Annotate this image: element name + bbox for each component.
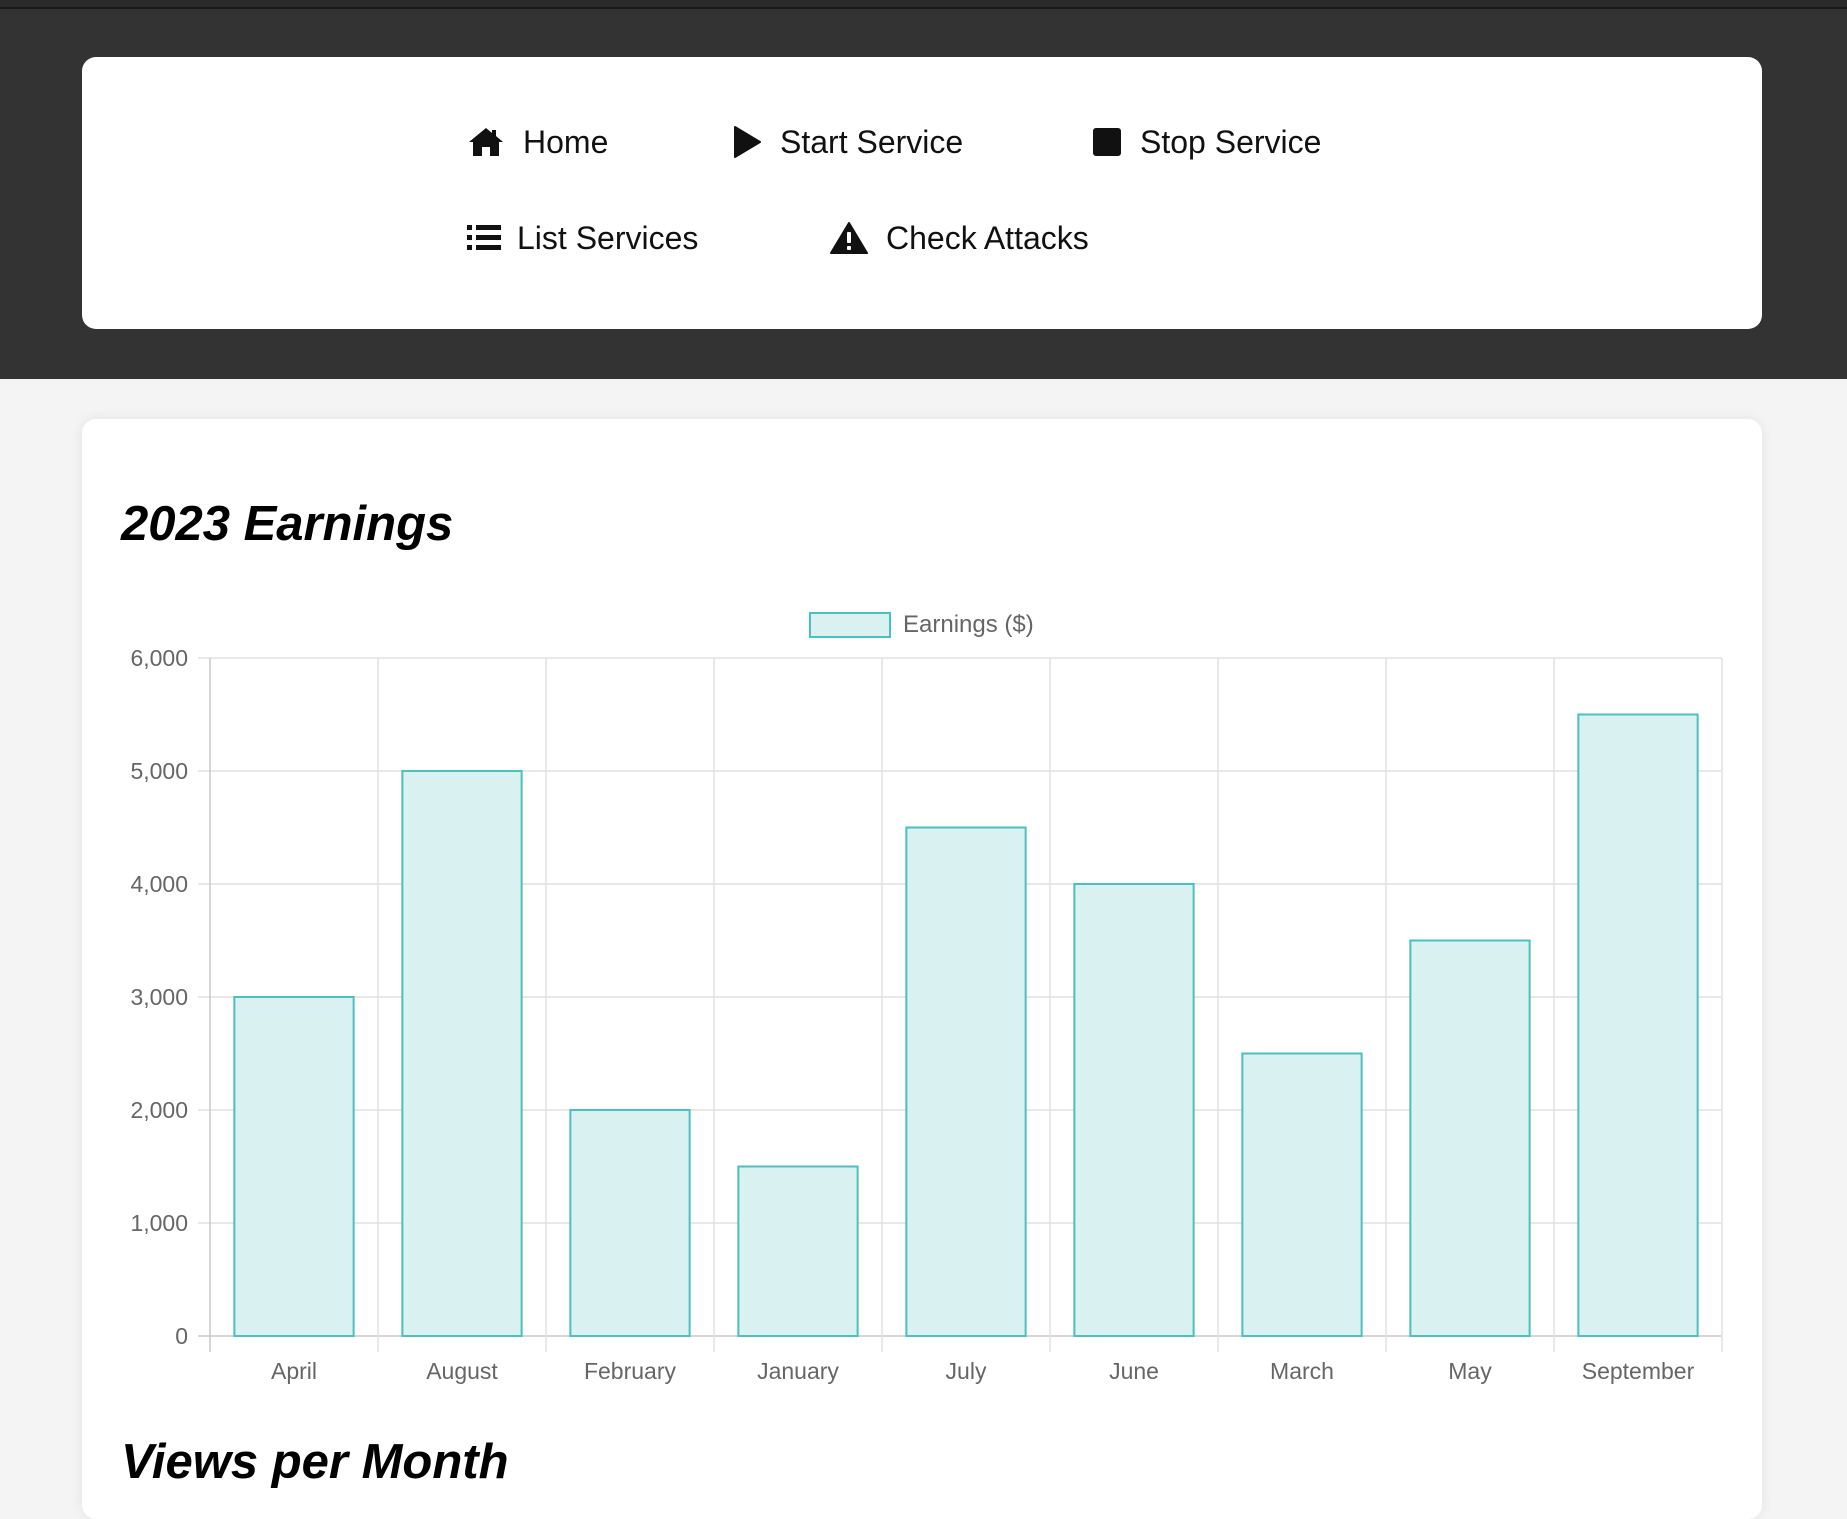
x-tick-label: January [757,1358,839,1384]
x-tick-label: July [946,1358,987,1384]
x-tick-label: February [584,1358,677,1384]
x-tick-label: September [1582,1358,1695,1384]
x-tick-label: June [1109,1358,1159,1384]
bar [233,996,355,1337]
x-tick-label: May [1448,1358,1492,1384]
bar [905,826,1027,1337]
y-tick-label: 2,000 [130,1097,188,1123]
bar [1073,883,1195,1337]
views-per-month-title: Views per Month [121,1435,509,1489]
bar [1577,713,1699,1337]
x-tick-label: August [426,1358,498,1384]
bar [1241,1052,1363,1337]
x-tick-label: March [1270,1358,1334,1384]
bar [569,1109,691,1337]
y-tick-label: 6,000 [130,645,188,671]
y-tick-label: 3,000 [130,984,188,1010]
y-tick-label: 4,000 [130,871,188,897]
x-tick-label: April [271,1358,317,1384]
legend-label: Earnings ($) [903,611,1034,638]
bar [401,770,523,1337]
earnings-bar-chart: 0 1,000 2,000 3,000 4,000 5,000 6,000 April Augu… [130,611,1723,1384]
y-tick-label: 0 [175,1323,188,1349]
y-tick-label: 5,000 [130,758,188,784]
bar [737,1165,859,1337]
y-tick-label: 1,000 [130,1210,188,1236]
bar [1409,939,1531,1337]
legend-swatch [809,612,891,638]
